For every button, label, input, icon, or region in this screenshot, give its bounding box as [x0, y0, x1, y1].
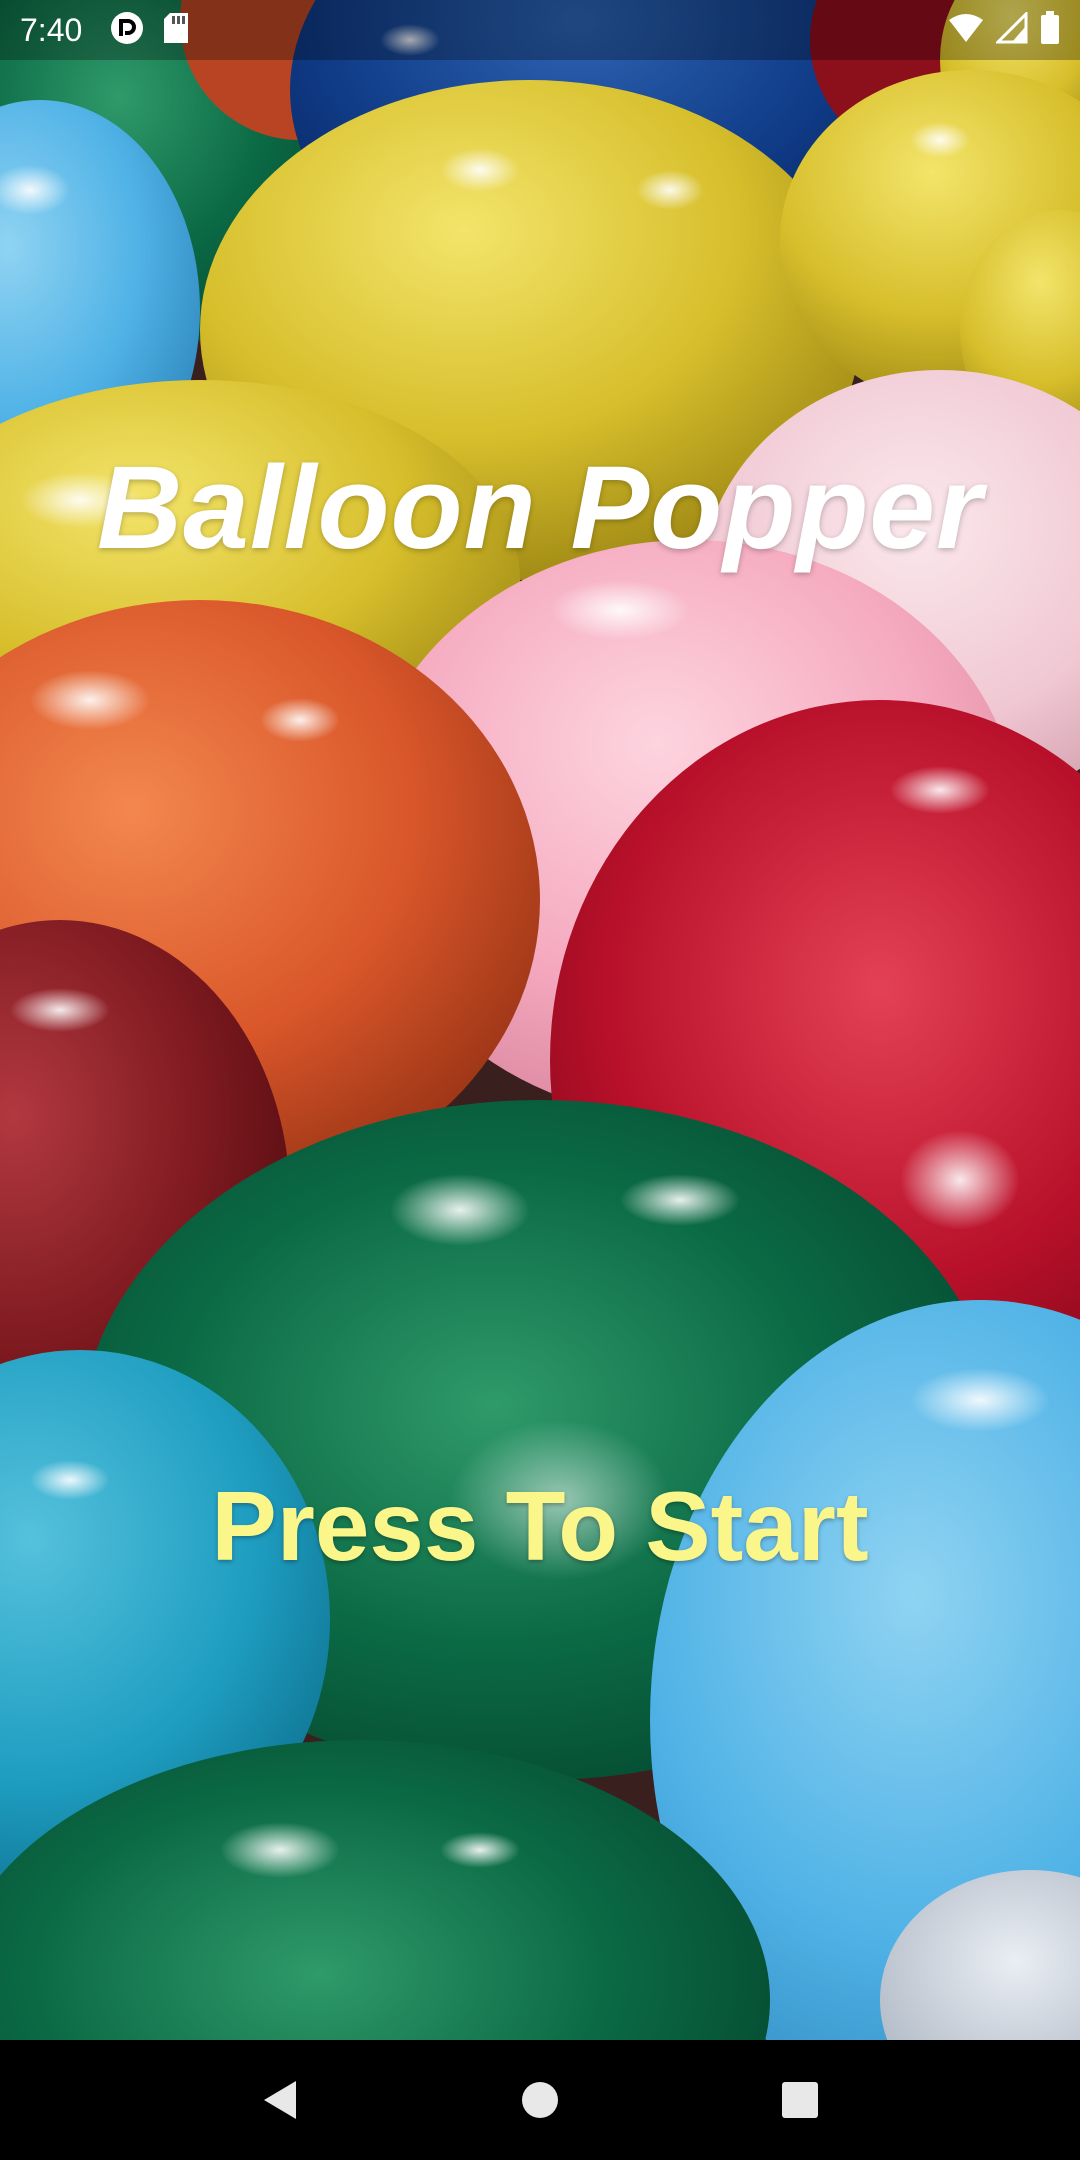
balloons-image: [0, 0, 1080, 2040]
cell-signal-icon: [994, 9, 1028, 49]
status-left-icons: [110, 11, 190, 50]
battery-icon: [1040, 10, 1060, 50]
status-bar: 7:40: [0, 0, 1080, 60]
navigation-bar: [0, 2040, 1080, 2160]
back-icon: [264, 2081, 296, 2119]
home-icon: [522, 2082, 558, 2118]
balloons-background: [0, 0, 1080, 2040]
home-button[interactable]: [500, 2060, 580, 2140]
status-right-icons: [948, 9, 1060, 50]
game-title: Balloon Popper: [97, 442, 983, 574]
app-screen: 7:40 Balloon Popper Press To Start: [0, 0, 1080, 2160]
wifi-icon: [948, 12, 984, 49]
recents-button[interactable]: [760, 2060, 840, 2140]
back-button[interactable]: [240, 2060, 320, 2140]
press-to-start-button[interactable]: Press To Start: [0, 1470, 1080, 1583]
recents-icon: [782, 2082, 818, 2118]
status-time: 7:40: [20, 11, 83, 48]
pocket-casts-icon: [110, 11, 144, 50]
sd-card-icon: [162, 11, 190, 50]
